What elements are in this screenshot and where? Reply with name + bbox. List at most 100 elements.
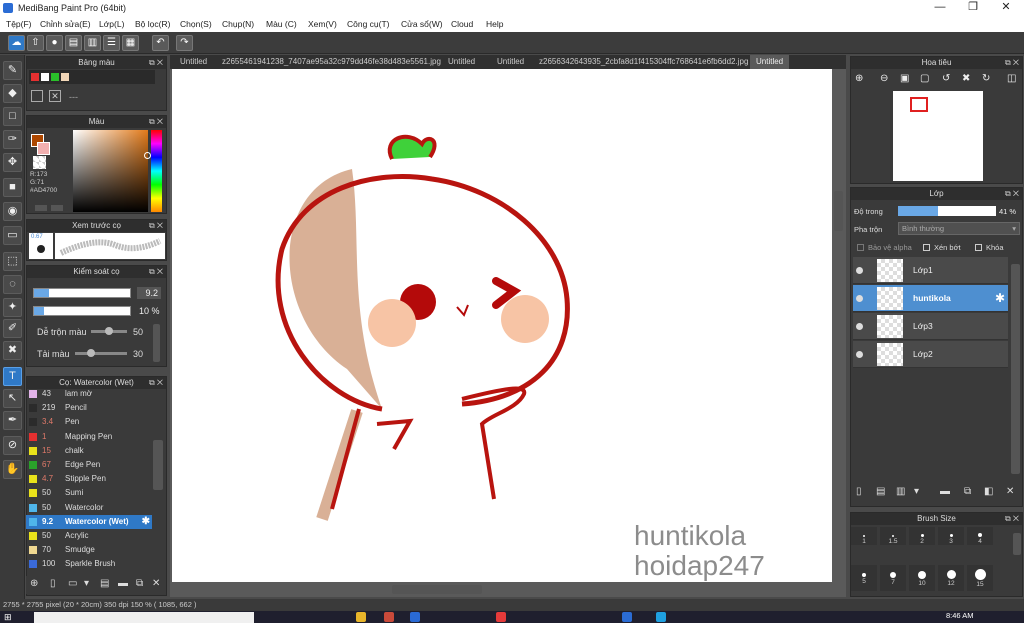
panel-close-icon[interactable]: ⧉ ✕ [149, 57, 163, 69]
color-picker-handle[interactable] [144, 152, 151, 159]
brush-new-icon[interactable]: ▯ [50, 578, 56, 589]
brush-item[interactable]: 1 Mapping Pen [26, 430, 152, 444]
new-layer-3-icon[interactable]: ▥ [896, 486, 905, 497]
size-cell[interactable]: 7 [880, 565, 906, 591]
reset-rotate-icon[interactable]: ✖ [962, 73, 970, 84]
brush-add-icon[interactable]: ⊕ [30, 578, 38, 589]
trash-icon[interactable]: ✕ [49, 90, 61, 102]
amount-slider[interactable] [75, 349, 127, 357]
brush-item[interactable]: 3.4 Pen [26, 415, 152, 429]
menu-file[interactable]: Tệp(F) [6, 19, 32, 29]
transparent-swatch[interactable] [33, 156, 46, 169]
brush-item[interactable]: 15 chalk [26, 444, 152, 458]
gradient-tool-icon[interactable]: ▭ [3, 226, 22, 245]
menu-view[interactable]: Xem(V) [308, 19, 337, 29]
size-cell[interactable]: 1.5 [880, 527, 906, 545]
brush-folder-icon[interactable]: ▬ [118, 578, 128, 589]
eyedropper-tool-icon[interactable]: ✒ [3, 411, 22, 430]
secondary-color-swatch[interactable] [37, 142, 50, 155]
message-icon[interactable]: ▤ [65, 35, 82, 51]
brush-size-scrollbar[interactable] [1013, 533, 1021, 555]
layer-row[interactable]: Lớp2 [853, 341, 1008, 368]
color-option-2[interactable] [51, 205, 63, 211]
rect-tool-icon[interactable]: □ [3, 107, 22, 126]
tab-untitled-2[interactable]: Untitled [442, 55, 481, 69]
tab-untitled-1[interactable]: Untitled [174, 55, 213, 69]
brush-list-scrollbar[interactable] [153, 440, 163, 490]
operation-tool-icon[interactable]: ↖ [3, 389, 22, 408]
size-cell[interactable]: 12 [938, 565, 964, 591]
layer-row-selected[interactable]: huntikola ✱ [853, 285, 1008, 312]
menu-help[interactable]: Help [486, 19, 503, 29]
brush-item-selected[interactable]: 9.2 Watercolor (Wet) ✱ [26, 514, 152, 529]
app-icon-6[interactable] [656, 612, 666, 622]
layers-scrollbar[interactable] [1011, 264, 1020, 474]
menu-cloud[interactable]: Cloud [451, 19, 473, 29]
panel-close-icon[interactable]: ⧉ ✕ [1005, 57, 1019, 69]
cloud-icon[interactable]: ☁ [8, 35, 25, 51]
swatch-white[interactable] [41, 73, 49, 81]
hue-slider[interactable] [151, 130, 162, 212]
new-layer-2-icon[interactable]: ▤ [876, 486, 885, 497]
new-layer-icon[interactable]: ▯ [856, 486, 862, 497]
duplicate-icon[interactable]: ⧉ [964, 486, 971, 497]
eyedropper-2-icon[interactable]: ⊘ [3, 436, 22, 455]
canvas-vscroll[interactable] [834, 191, 843, 231]
taskbar-search-box[interactable] [34, 612, 254, 623]
eye-icon[interactable] [856, 295, 863, 302]
menu-edit[interactable]: Chỉnh sửa(E) [40, 19, 91, 29]
brush-item[interactable]: 4.7 Stipple Pen [26, 472, 152, 486]
clipping-checkbox[interactable] [923, 244, 930, 251]
brush-menu-icon[interactable]: ▾ [84, 578, 89, 589]
tab-untitled-3[interactable]: Untitled [491, 55, 530, 69]
size-cell[interactable]: 3 [938, 527, 964, 545]
navigator-preview[interactable] [893, 91, 983, 181]
zoom-out-icon[interactable]: ⊖ [880, 73, 888, 84]
panel-close-icon[interactable]: ⧉ ✕ [1005, 513, 1019, 525]
size-cell[interactable]: 15 [967, 565, 993, 591]
brush-opacity-slider[interactable] [33, 306, 131, 316]
close-button[interactable]: ✕ [996, 1, 1016, 14]
color-option-1[interactable] [35, 205, 47, 211]
app-icon-2[interactable] [384, 612, 394, 622]
list-icon[interactable]: ☰ [103, 35, 120, 51]
layer-blend-select[interactable]: Bình thường ▾ [898, 222, 1020, 235]
brush-item[interactable]: 100 Sparkle Brush [26, 557, 152, 571]
app-icon-3[interactable] [410, 612, 420, 622]
menu-capture[interactable]: Chụp(N) [222, 19, 254, 29]
menu-tools[interactable]: Công cụ(T) [347, 19, 390, 29]
flip-icon[interactable]: ◫ [1007, 73, 1016, 84]
menu-select[interactable]: Chọn(S) [180, 19, 212, 29]
blend-slider-thumb[interactable] [105, 327, 113, 335]
layer-row[interactable]: Lớp1 [853, 257, 1008, 284]
lasso-tool-icon[interactable]: ◌ [3, 275, 22, 294]
select-pen-icon[interactable]: ✐ [3, 319, 22, 338]
actual-size-icon[interactable]: ▢ [920, 73, 929, 84]
brush-dup-icon[interactable]: ⧉ [136, 578, 143, 589]
panel-close-icon[interactable]: ⧉ ✕ [1005, 188, 1019, 200]
brush-doc-icon[interactable]: ▤ [100, 578, 109, 589]
hand-tool-icon[interactable]: ✋ [3, 460, 22, 479]
brush-size-value[interactable]: 9.2 [137, 287, 161, 299]
brush-copy-icon[interactable]: ▭ [68, 578, 77, 589]
panel-close-icon[interactable]: ⧉ ✕ [149, 266, 163, 278]
lock-checkbox[interactable] [975, 244, 982, 251]
protect-alpha-checkbox[interactable] [857, 244, 864, 251]
app-icon-4[interactable] [496, 612, 506, 622]
dot-tool-icon[interactable]: ✑ [3, 130, 22, 149]
windows-start-icon[interactable]: ⊞ [4, 612, 12, 623]
fill-rect-icon[interactable]: ■ [3, 178, 22, 197]
menu-layer[interactable]: Lớp(L) [99, 19, 124, 29]
zoom-in-icon[interactable]: ⊕ [855, 73, 863, 84]
panel-close-icon[interactable]: ⧉ ✕ [149, 220, 163, 232]
size-cell[interactable]: 10 [909, 565, 935, 591]
amount-slider-thumb[interactable] [87, 349, 95, 357]
rotate-right-icon[interactable]: ↻ [982, 73, 990, 84]
size-cell[interactable]: 5 [851, 565, 877, 591]
comment-icon[interactable]: ● [46, 35, 63, 51]
navigator-viewport[interactable] [910, 97, 928, 112]
move-tool-icon[interactable]: ✥ [3, 153, 22, 172]
undo-icon[interactable]: ↶ [152, 35, 169, 51]
brush-size-slider[interactable] [33, 288, 131, 298]
merge-icon[interactable]: ◧ [984, 486, 993, 497]
